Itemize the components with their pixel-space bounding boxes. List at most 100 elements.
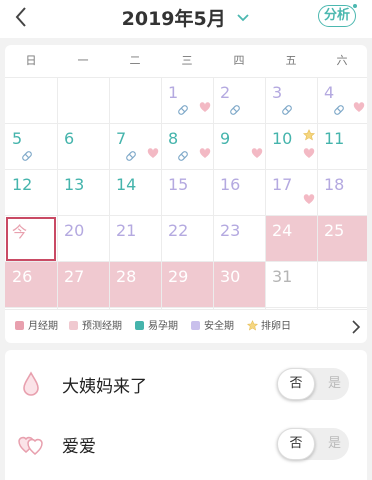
day-number: 15 <box>168 175 189 194</box>
calendar-card: 日一二三四五六 1 2 3 4 5 6 7 8 9 10 11 12 13 14 15 16 17 18 今 20 21… <box>5 45 367 343</box>
intimacy-heart-icon <box>303 194 315 204</box>
period-started-row: 大姨妈来了 是 否 <box>5 354 367 414</box>
calendar-day[interactable]: 4 <box>317 78 367 124</box>
legend-label: 排卵日 <box>261 321 291 332</box>
grid-line <box>213 77 214 309</box>
pill-icon <box>334 105 344 115</box>
intimacy-heart-icon <box>147 148 159 158</box>
day-number: 9 <box>220 129 231 148</box>
daily-record-card: 大姨妈来了 是 否 爱爱 是 否 <box>5 350 367 480</box>
legend-star-icon <box>247 319 258 330</box>
calendar-day[interactable]: 17 <box>265 170 317 216</box>
legend-label: 预测经期 <box>82 321 122 332</box>
month-selector[interactable]: 2019年5月 <box>0 4 372 31</box>
month-title: 2019年5月 <box>121 8 226 30</box>
intimacy-heart-icon <box>303 148 315 158</box>
calendar-day[interactable]: 28 <box>109 262 161 308</box>
toggle-on-label: 是 <box>327 376 341 391</box>
day-number: 10 <box>272 129 293 148</box>
day-number: 30 <box>220 267 241 286</box>
calendar-day[interactable]: 11 <box>317 124 367 170</box>
weekday-label: 日 <box>25 54 37 67</box>
calendar-day[interactable]: 1 <box>161 78 213 124</box>
calendar-day[interactable]: 25 <box>317 216 367 262</box>
legend-swatch <box>191 320 200 330</box>
analyze-label: 分析 <box>323 8 350 23</box>
calendar-day[interactable]: 22 <box>161 216 213 262</box>
calendar-day[interactable]: 10 <box>265 124 317 170</box>
day-number: 25 <box>324 221 345 240</box>
calendar-day[interactable]: 6 <box>57 124 109 170</box>
grid-line <box>5 169 367 170</box>
calendar-day[interactable]: 8 <box>161 124 213 170</box>
calendar-day[interactable]: 13 <box>57 170 109 216</box>
calendar-day[interactable]: 18 <box>317 170 367 216</box>
calendar-day[interactable]: 30 <box>213 262 265 308</box>
droplet-icon <box>23 371 39 396</box>
day-number: 23 <box>220 221 241 240</box>
pill-icon <box>22 151 32 161</box>
grid-line <box>265 77 266 309</box>
top-bar: 2019年5月 分析 <box>0 0 372 38</box>
pill-icon <box>178 151 188 161</box>
day-number: 5 <box>12 129 23 148</box>
grid-line <box>57 77 58 309</box>
calendar-day[interactable]: 21 <box>109 216 161 262</box>
day-number: 24 <box>272 221 293 240</box>
calendar-day[interactable]: 31 <box>265 262 317 308</box>
hearts-icon <box>18 436 43 455</box>
calendar-day[interactable]: 26 <box>5 262 57 308</box>
calendar-day[interactable]: 今 <box>5 216 57 262</box>
day-number: 13 <box>64 175 85 194</box>
day-number: 4 <box>324 83 335 102</box>
grid-line <box>5 307 367 308</box>
day-number: 31 <box>272 267 293 286</box>
day-number: 1 <box>168 83 179 102</box>
intimacy-heart-icon <box>251 148 263 158</box>
intimacy-heart-icon <box>199 148 211 158</box>
intimacy-toggle[interactable]: 是 否 <box>277 428 349 460</box>
calendar-day[interactable]: 16 <box>213 170 265 216</box>
calendar-day[interactable]: 29 <box>161 262 213 308</box>
weekday-label: 五 <box>285 54 297 67</box>
chevron-down-icon <box>237 13 249 21</box>
day-number: 14 <box>116 175 137 194</box>
day-number: 2 <box>220 83 231 102</box>
ovulation-star-icon <box>303 129 315 141</box>
calendar-day[interactable]: 14 <box>109 170 161 216</box>
period-started-toggle[interactable]: 是 否 <box>277 368 349 400</box>
weekday-label: 三 <box>181 54 193 67</box>
notification-dot <box>352 3 358 9</box>
calendar-day[interactable]: 12 <box>5 170 57 216</box>
calendar-day[interactable]: 27 <box>57 262 109 308</box>
grid-line <box>317 77 318 309</box>
calendar-day[interactable]: 20 <box>57 216 109 262</box>
grid-line <box>5 261 367 262</box>
calendar-day[interactable]: 9 <box>213 124 265 170</box>
day-number: 12 <box>12 175 33 194</box>
legend-label: 安全期 <box>204 321 234 332</box>
day-number: 今 <box>12 223 28 241</box>
grid-line <box>5 77 367 78</box>
day-number: 28 <box>116 267 137 286</box>
day-number: 8 <box>168 129 179 148</box>
chevron-right-icon[interactable] <box>351 320 361 334</box>
analyze-button[interactable]: 分析 <box>317 3 358 27</box>
weekday-label: 一 <box>77 54 89 67</box>
toggle-knob: 否 <box>277 428 315 460</box>
calendar-day[interactable]: 2 <box>213 78 265 124</box>
period-started-label: 大姨妈来了 <box>62 377 147 397</box>
legend-swatch <box>135 320 144 330</box>
calendar-day[interactable]: 24 <box>265 216 317 262</box>
grid-line <box>109 77 110 309</box>
day-number: 22 <box>168 221 189 240</box>
grid-line <box>161 77 162 309</box>
calendar-day[interactable]: 7 <box>109 124 161 170</box>
calendar-day[interactable]: 23 <box>213 216 265 262</box>
intimacy-row: 爱爱 是 否 <box>5 414 367 474</box>
calendar-day[interactable]: 3 <box>265 78 317 124</box>
calendar-day[interactable]: 5 <box>5 124 57 170</box>
weekday-label: 二 <box>129 54 141 67</box>
calendar-day[interactable]: 15 <box>161 170 213 216</box>
day-number: 27 <box>64 267 85 286</box>
